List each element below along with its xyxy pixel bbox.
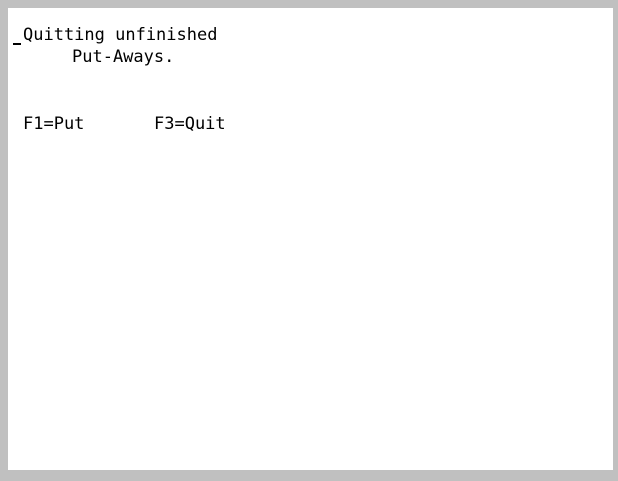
message-line-2: Put-Aways. (72, 47, 175, 67)
message-line-1: Quitting unfinished (23, 25, 218, 45)
text-cursor (13, 43, 21, 45)
terminal-screen (8, 8, 613, 470)
f1-put-key[interactable]: F1=Put (23, 114, 84, 134)
terminal-frame: Quitting unfinished Put-Aways. F1=Put F3… (0, 0, 618, 481)
f3-quit-key[interactable]: F3=Quit (154, 114, 226, 134)
